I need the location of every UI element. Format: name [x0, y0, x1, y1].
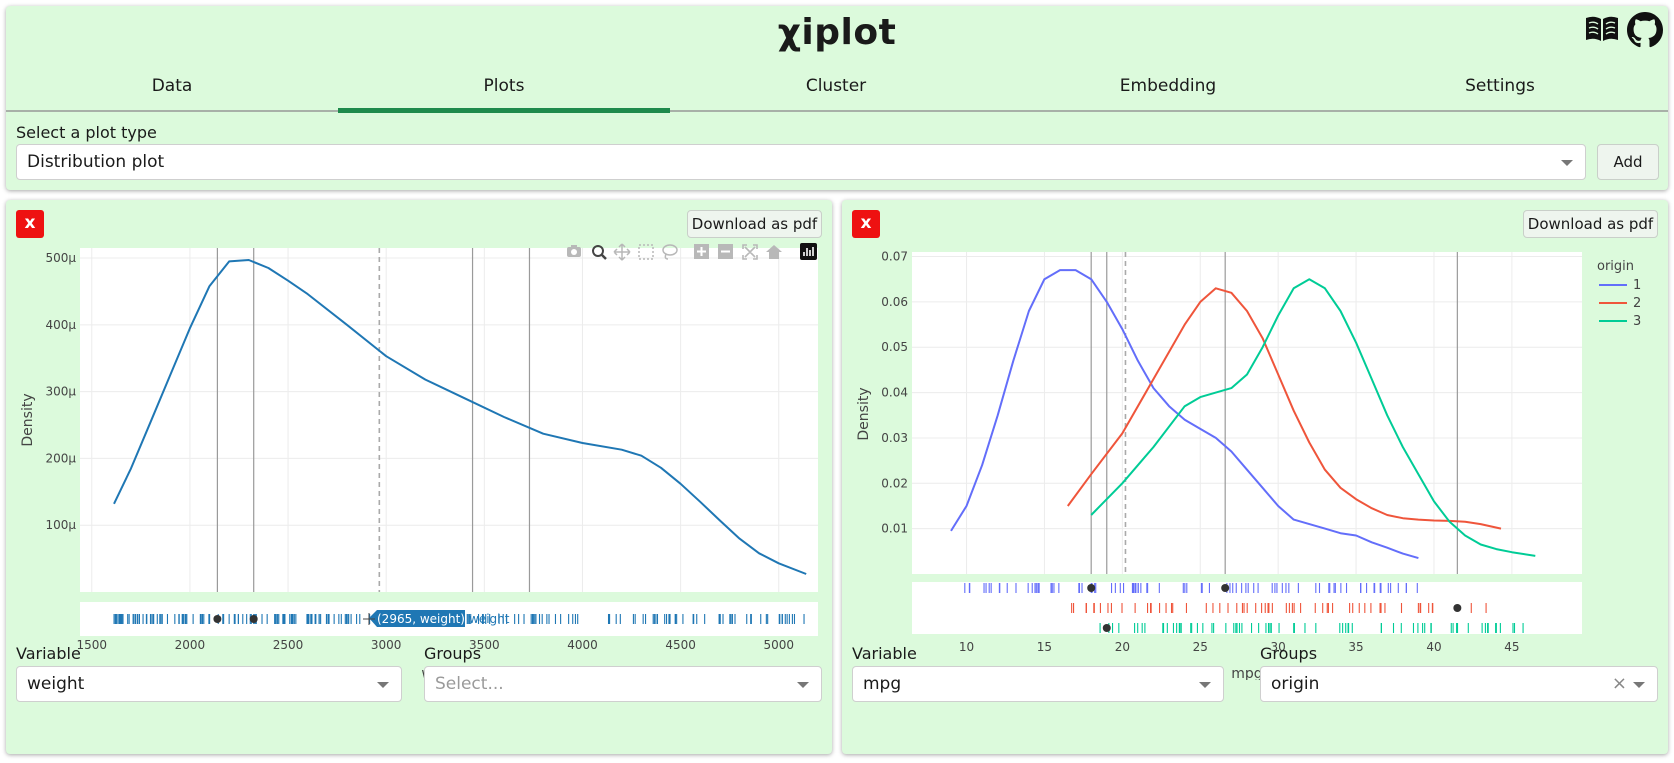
camera-icon[interactable]: [567, 245, 581, 257]
plot-type-select[interactable]: Distribution plot: [16, 144, 1586, 180]
y-tick-label: 400μ: [45, 318, 76, 332]
variable-label: Variable: [16, 644, 81, 663]
rug-marker-dot: [213, 615, 222, 623]
zoom-in-icon[interactable]: [694, 244, 709, 259]
tab-bar: Data Plots Cluster Embedding Settings: [6, 58, 1668, 118]
groups-label: Groups: [1260, 644, 1318, 663]
hover-label: (2965, weight): [377, 612, 465, 626]
x-tick-label: 1500: [77, 638, 108, 652]
chevron-down-icon: [1633, 682, 1645, 688]
y-tick-label: 0.06: [881, 295, 908, 309]
x-tick-label: 2000: [175, 638, 206, 652]
plot-type-value: Distribution plot: [27, 152, 165, 172]
variable-value: mpg: [863, 674, 902, 694]
tab-cluster[interactable]: Cluster: [670, 58, 1002, 118]
rug-marker-dot: [1453, 604, 1462, 612]
y-tick-label: 0.02: [881, 476, 908, 490]
hover-tooltip: (2965, weight) weight: [363, 610, 510, 627]
tab-data[interactable]: Data: [6, 58, 338, 118]
x-tick-label: 15: [1037, 640, 1052, 654]
plot-panel-mpg: x Download as pdf 10 15 20 25 30 35 40 45 0.01 0…: [842, 200, 1668, 754]
y-tick-label: 0.07: [881, 250, 908, 264]
y-tick-label: 0.01: [881, 522, 908, 536]
y-tick-label: 200μ: [45, 451, 76, 465]
plot-area-background: [80, 248, 818, 592]
y-axis-title: Density: [856, 387, 872, 440]
chevron-down-icon: [1561, 160, 1573, 166]
x-tick-label: 40: [1426, 640, 1441, 654]
variable-select[interactable]: weight: [16, 666, 402, 702]
chevron-down-icon: [1199, 682, 1211, 688]
y-tick-label: 0.05: [881, 340, 908, 354]
plot-panel-weight: x Download as pdf 1500 2000 2500 3000 3500 40…: [6, 200, 832, 754]
x-tick-label: 4500: [665, 638, 696, 652]
x-tick-label: 4000: [567, 638, 598, 652]
x-axis-title: mpg: [1231, 666, 1262, 680]
y-tick-label: 0.03: [881, 431, 908, 445]
rug-marker-dot: [1087, 584, 1096, 592]
hover-trace-name: weight: [469, 612, 510, 626]
x-tick-label: 25: [1193, 640, 1208, 654]
legend-item-label: 2: [1633, 296, 1641, 311]
tab-settings[interactable]: Settings: [1334, 58, 1666, 118]
groups-select[interactable]: origin ×: [1260, 666, 1658, 702]
distribution-plot-weight[interactable]: 1500 2000 2500 3000 3500 4000 4500 5000 100μ200…: [6, 200, 832, 680]
app-title: χiplot: [777, 12, 897, 53]
y-tick-label: 300μ: [45, 385, 76, 399]
variable-label: Variable: [852, 644, 917, 663]
x-tick-label: 5000: [763, 638, 794, 652]
x-tick-label: 2500: [273, 638, 304, 652]
variable-select[interactable]: mpg: [852, 666, 1224, 702]
plot-type-label: Select a plot type: [16, 123, 157, 142]
distribution-plot-mpg[interactable]: 10 15 20 25 30 35 40 45 0.010.020.030.040.050.0…: [842, 200, 1668, 680]
legend-title: origin: [1597, 259, 1634, 274]
rug-marker-dot: [249, 615, 258, 623]
plot-area-background: [912, 252, 1582, 574]
chevron-down-icon: [797, 682, 809, 688]
rug-marker-dot: [1221, 584, 1230, 592]
x-tick-label: 10: [959, 640, 974, 654]
x-tick-label: 3000: [371, 638, 402, 652]
y-tick-label: 0.04: [881, 386, 908, 400]
y-tick-label: 500μ: [45, 251, 76, 265]
y-axis-title: Density: [20, 393, 36, 446]
active-tab-indicator: [338, 108, 670, 113]
y-tick-label: 100μ: [45, 518, 76, 532]
tab-embedding[interactable]: Embedding: [1002, 58, 1334, 118]
legend-item-label: 3: [1633, 314, 1641, 329]
plotly-logo-icon[interactable]: [800, 243, 817, 260]
groups-select[interactable]: Select...: [424, 666, 822, 702]
groups-label: Groups: [424, 644, 482, 663]
chevron-down-icon: [377, 682, 389, 688]
x-tick-label: 20: [1115, 640, 1130, 654]
tabs-divider: [6, 110, 1668, 112]
book-icon[interactable]: [1584, 14, 1620, 48]
zoom-out-icon[interactable]: [718, 244, 733, 259]
rug-marker-dot: [1102, 624, 1111, 632]
groups-placeholder: Select...: [435, 674, 504, 694]
groups-value: origin: [1271, 674, 1320, 694]
variable-value: weight: [27, 674, 85, 694]
header-panel: χiplot Data Plots Cluster Embedding Sett…: [6, 6, 1668, 190]
github-icon[interactable]: [1627, 12, 1663, 52]
clear-icon[interactable]: ×: [1612, 667, 1627, 701]
add-plot-button[interactable]: Add: [1597, 144, 1659, 180]
x-tick-label: 35: [1348, 640, 1363, 654]
x-tick-label: 45: [1504, 640, 1519, 654]
legend-item-label: 1: [1633, 278, 1641, 293]
